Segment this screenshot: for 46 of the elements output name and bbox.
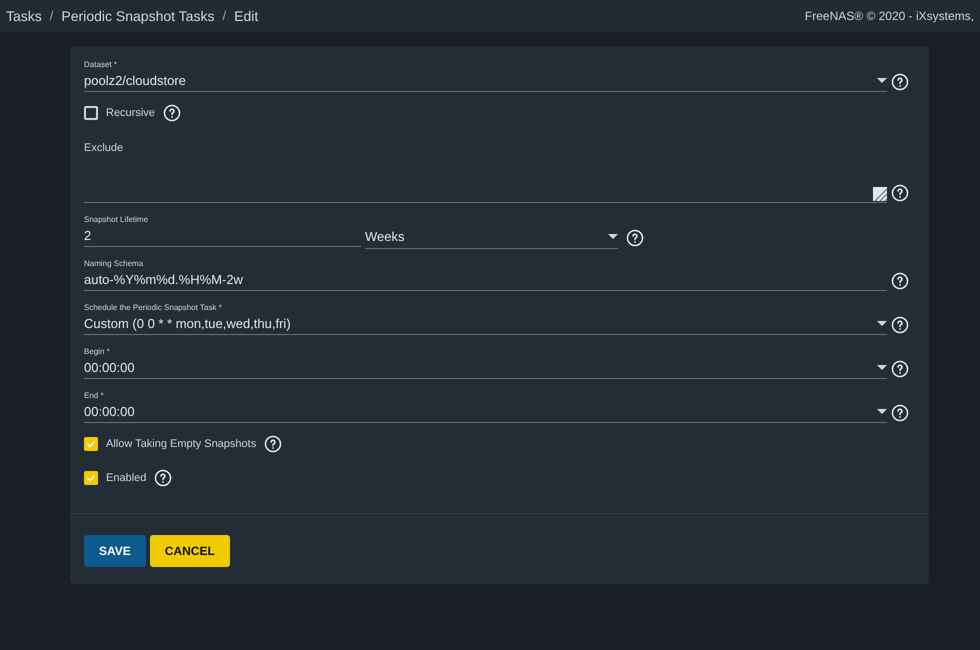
save-button[interactable]: SAVE xyxy=(84,535,146,567)
breadcrumb-separator: / xyxy=(50,7,54,26)
select-field[interactable]: poolz2/cloudstore xyxy=(84,70,887,92)
textarea-field[interactable]: Exclude xyxy=(84,138,887,203)
select-field[interactable]: Weeks xyxy=(365,225,618,249)
field-label: Naming Schema xyxy=(84,259,144,269)
resize-handle-icon[interactable] xyxy=(873,187,887,201)
input-field[interactable]: 2 xyxy=(84,225,361,247)
field-label: Begin * xyxy=(84,347,111,357)
check-icon xyxy=(86,473,96,483)
field-label: Snapshot Lifetime xyxy=(84,215,150,225)
breadcrumb-link[interactable]: Tasks xyxy=(6,6,42,26)
field-label: End * xyxy=(84,391,105,401)
checkbox-label: Recursive xyxy=(106,106,155,121)
help-icon[interactable] xyxy=(154,469,172,487)
checkbox[interactable] xyxy=(84,437,98,451)
breadcrumb-link[interactable]: Periodic Snapshot Tasks xyxy=(61,6,214,26)
caret-icon xyxy=(877,365,887,370)
help-icon[interactable] xyxy=(626,229,644,247)
help-icon[interactable] xyxy=(162,104,181,122)
select-field[interactable]: Custom (0 0 * * mon,tue,wed,thu,fri) xyxy=(84,313,887,335)
cancel-button[interactable]: CANCEL xyxy=(150,535,230,567)
help-icon[interactable] xyxy=(891,73,909,91)
checkbox-label: Enabled xyxy=(106,470,146,486)
checkbox[interactable] xyxy=(84,106,98,120)
select-field[interactable]: 00:00:00 xyxy=(84,401,887,423)
caret-icon xyxy=(877,321,887,326)
breadcrumb-separator: / xyxy=(222,7,226,26)
help-icon[interactable] xyxy=(891,360,909,378)
help-icon[interactable] xyxy=(891,404,909,422)
help-icon[interactable] xyxy=(891,184,909,202)
caret-icon xyxy=(608,234,618,239)
field-label: Dataset * xyxy=(84,60,118,70)
help-icon[interactable] xyxy=(264,435,282,453)
caret-icon xyxy=(877,78,887,83)
help-icon[interactable] xyxy=(891,316,909,334)
help-icon[interactable] xyxy=(891,272,909,290)
breadcrumb-link[interactable]: Edit xyxy=(234,6,258,26)
field-label: Schedule the Periodic Snapshot Task * xyxy=(84,303,223,313)
checkbox[interactable] xyxy=(84,471,98,485)
input-field[interactable]: auto-%Y%m%d.%H%M-2w xyxy=(84,269,887,291)
check-icon xyxy=(86,439,96,449)
select-field[interactable]: 00:00:00 xyxy=(84,357,887,379)
checkbox-label: Allow Taking Empty Snapshots xyxy=(106,436,256,452)
caret-icon xyxy=(877,409,887,414)
copyright-text: FreeNAS® © 2020 - iXsystems, xyxy=(804,8,974,25)
